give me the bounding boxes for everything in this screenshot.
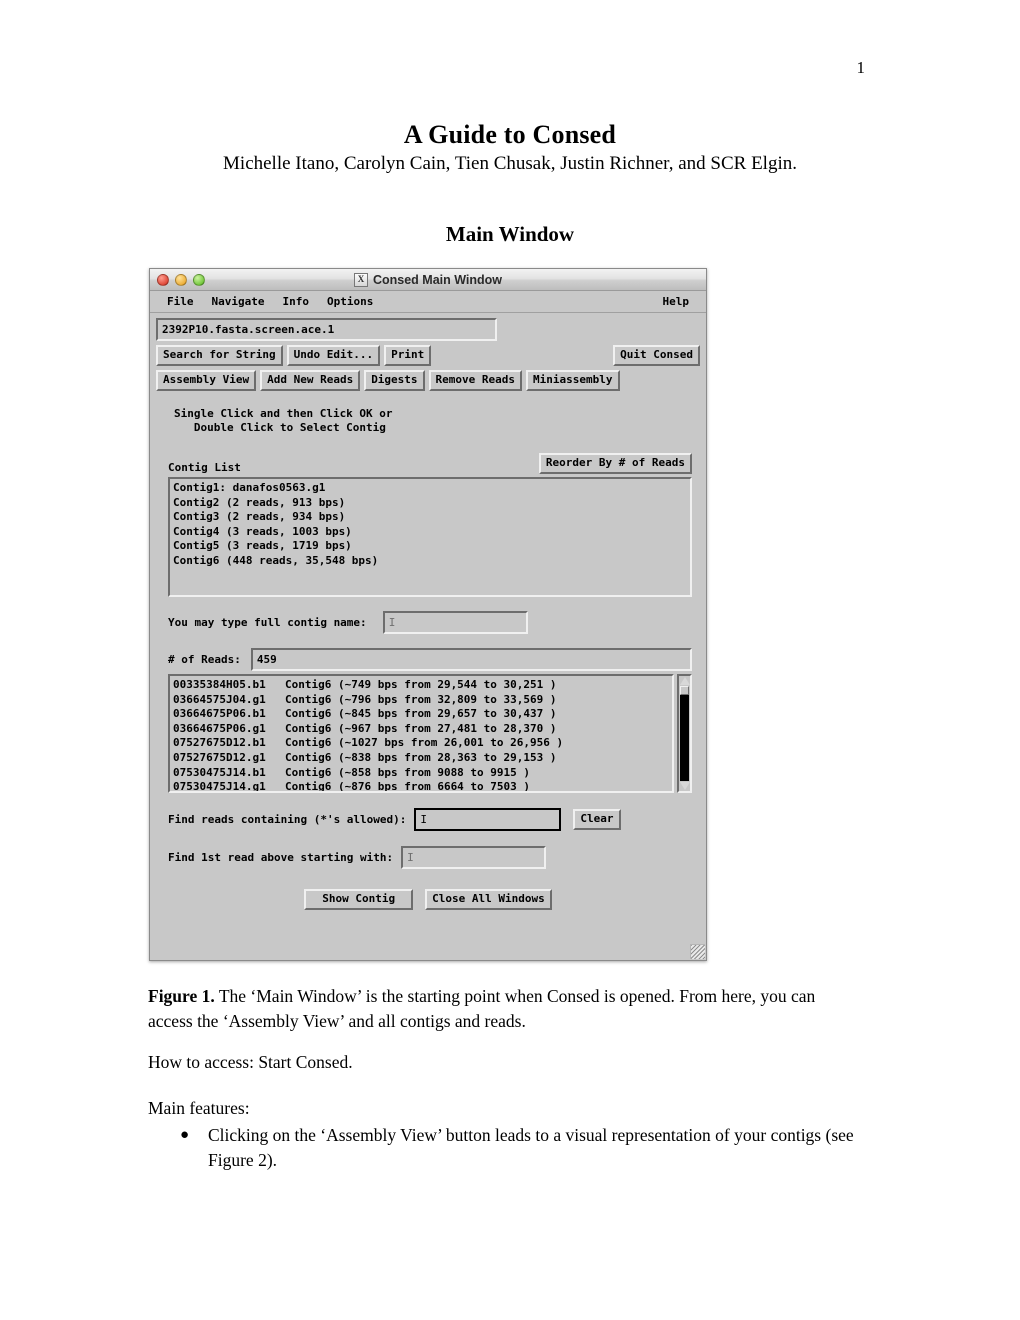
contig-list[interactable]: Contig1: danafos0563.g1 Contig2 (2 reads… xyxy=(168,477,692,597)
window-client-area: 2392P10.fasta.screen.ace.1 Search for St… xyxy=(150,313,706,910)
find-first-read-input[interactable]: I xyxy=(401,846,547,869)
contig-list-item[interactable]: Contig4 (3 reads, 1003 bps) xyxy=(173,525,352,538)
add-new-reads-button[interactable]: Add New Reads xyxy=(260,370,361,391)
consed-main-window: X Consed Main Window File Navigate Info … xyxy=(149,268,707,961)
read-info: Contig6 (~838 bps from 28,363 to 29,153 … xyxy=(285,750,557,764)
read-info: Contig6 (~749 bps from 29,544 to 30,251 … xyxy=(285,678,557,691)
menu-file[interactable]: File xyxy=(158,294,203,309)
contig-list-item[interactable]: Contig5 (3 reads, 1719 bps) xyxy=(173,539,352,552)
find-reads-input[interactable]: I xyxy=(414,808,562,831)
document-authors: Michelle Itano, Carolyn Cain, Tien Chusa… xyxy=(223,153,797,174)
read-info: Contig6 (~967 bps from 27,481 to 28,370 … xyxy=(285,721,557,735)
find-first-read-label: Find 1st read above starting with: xyxy=(168,851,394,864)
how-to-access-text: How to access: Start Consed. xyxy=(148,1052,353,1072)
undo-edit-button[interactable]: Undo Edit... xyxy=(286,345,381,366)
reads-count-label: # of Reads: xyxy=(168,653,241,666)
read-row[interactable]: 07527675D12.b1 Contig6 (~1027 bps from 26… xyxy=(173,736,669,751)
find-first-read-row: Find 1st read above starting with: I xyxy=(168,846,692,869)
read-info: Contig6 (~876 bps from 6664 to 7503 ) xyxy=(285,780,531,793)
scrollbar-thumb[interactable] xyxy=(680,686,689,695)
contig-list-item[interactable]: Contig1: danafos0563.g1 xyxy=(173,481,325,494)
read-name: 07527675D12.g1 xyxy=(173,750,266,764)
search-for-string-button[interactable]: Search for String xyxy=(156,345,283,366)
read-name: 03664675P06.g1 xyxy=(173,721,266,735)
toolbar-row-1: Search for String Undo Edit... Print Qui… xyxy=(156,345,700,366)
read-name: 07530475J14.g1 xyxy=(173,780,266,793)
menu-bar: File Navigate Info Options Help xyxy=(150,291,706,313)
text-caret: I xyxy=(388,616,396,629)
window-titlebar[interactable]: X Consed Main Window xyxy=(150,269,706,291)
x11-icon: X xyxy=(353,272,368,287)
reorder-by-reads-button[interactable]: Reorder By # of Reads xyxy=(538,453,692,474)
digests-button[interactable]: Digests xyxy=(364,370,425,391)
read-info: Contig6 (~796 bps from 32,809 to 33,569 … xyxy=(285,692,557,706)
menu-options[interactable]: Options xyxy=(318,294,382,309)
print-button[interactable]: Print xyxy=(384,345,432,366)
feature-bullet-text: Clicking on the ‘Assembly View’ button l… xyxy=(208,1125,854,1170)
figure-caption-label: Figure 1. xyxy=(148,986,215,1006)
figure-caption-text: The ‘Main Window’ is the starting point … xyxy=(148,986,816,1031)
read-row[interactable]: 00335384H05.b1 Contig6 (~749 bps from 29,… xyxy=(173,678,669,693)
toolbar-row-2: Assembly View Add New Reads Digests Remo… xyxy=(156,370,700,391)
read-name: 07530475J14.b1 xyxy=(173,765,266,779)
read-info: Contig6 (~858 bps from 9088 to 9915 ) xyxy=(285,765,531,779)
bottom-button-row: Show Contig Close All Windows xyxy=(156,889,700,910)
remove-reads-button[interactable]: Remove Reads xyxy=(428,370,523,391)
contig-name-row: You may type full contig name: I xyxy=(168,611,692,634)
bullet-icon: ● xyxy=(180,1127,190,1143)
contig-list-item[interactable]: Contig3 (2 reads, 934 bps) xyxy=(173,510,345,523)
find-reads-label: Find reads containing (*'s allowed): xyxy=(168,813,407,826)
menu-navigate[interactable]: Navigate xyxy=(203,294,274,309)
read-row[interactable]: 03664575J04.g1 Contig6 (~796 bps from 32,… xyxy=(173,693,669,708)
page-number: 1 xyxy=(856,58,866,77)
ace-file-field[interactable]: 2392P10.fasta.screen.ace.1 xyxy=(156,318,497,341)
section-heading: Main Window xyxy=(445,222,575,246)
menu-help[interactable]: Help xyxy=(654,294,699,309)
contig-name-input[interactable]: I xyxy=(382,611,528,634)
menu-info[interactable]: Info xyxy=(273,294,318,309)
reads-list-area: 00335384H05.b1 Contig6 (~749 bps from 29,… xyxy=(168,674,692,793)
scrollbar-trough[interactable] xyxy=(680,686,689,781)
read-info: Contig6 (~845 bps from 29,657 to 30,437 … xyxy=(285,707,557,721)
scroll-down-arrow-icon[interactable] xyxy=(679,782,690,790)
read-row[interactable]: 03664675P06.b1 Contig6 (~845 bps from 29,… xyxy=(173,707,669,722)
read-row[interactable]: 07530475J14.b1 Contig6 (~858 bps from 908… xyxy=(173,766,669,781)
read-row[interactable]: 07527675D12.g1 Contig6 (~838 bps from 28,… xyxy=(173,751,669,766)
contig-list-header: Contig List Reorder By # of Reads xyxy=(168,453,692,474)
contig-list-label: Contig List xyxy=(168,461,241,474)
scroll-up-arrow-icon[interactable] xyxy=(679,677,690,685)
close-all-windows-button[interactable]: Close All Windows xyxy=(425,889,552,910)
read-row[interactable]: 03664675P06.g1 Contig6 (~967 bps from 27,… xyxy=(173,722,669,737)
window-resize-grip[interactable] xyxy=(690,944,705,959)
text-caret: I xyxy=(407,851,414,864)
selection-hint: Single Click and then Click OK or Double… xyxy=(174,407,393,434)
text-caret: I xyxy=(420,813,428,826)
window-title-text: Consed Main Window xyxy=(372,272,503,287)
clear-button[interactable]: Clear xyxy=(573,809,621,830)
figure-caption: Figure 1. The ‘Main Window’ is the start… xyxy=(148,984,864,1034)
reads-list-scrollbar[interactable] xyxy=(677,674,692,793)
feature-bullet-item: ● Clicking on the ‘Assembly View’ button… xyxy=(180,1123,866,1173)
main-features-label: Main features: xyxy=(148,1098,250,1118)
reads-count-row: # of Reads: 459 xyxy=(168,648,692,671)
window-title-group: X Consed Main Window xyxy=(150,272,706,287)
quit-consed-button[interactable]: Quit Consed xyxy=(613,345,700,366)
reads-count-value: 459 xyxy=(250,648,692,671)
read-row[interactable]: 07530475J14.g1 Contig6 (~876 bps from 666… xyxy=(173,780,669,793)
contig-name-label: You may type full contig name: xyxy=(168,616,367,629)
show-contig-button[interactable]: Show Contig xyxy=(304,889,414,910)
read-name: 07527675D12.b1 xyxy=(173,736,266,750)
assembly-view-button[interactable]: Assembly View xyxy=(156,370,257,391)
reads-list[interactable]: 00335384H05.b1 Contig6 (~749 bps from 29,… xyxy=(168,674,674,793)
read-name: 03664675P06.b1 xyxy=(173,707,266,721)
miniassembly-button[interactable]: Miniassembly xyxy=(526,370,620,391)
read-name: 00335384H05.b1 xyxy=(173,678,266,691)
contig-list-item[interactable]: Contig2 (2 reads, 913 bps) xyxy=(173,496,345,509)
document-title: A Guide to Consed xyxy=(403,120,617,149)
read-name: 03664575J04.g1 xyxy=(173,692,266,706)
contig-list-item[interactable]: Contig6 (448 reads, 35,548 bps) xyxy=(173,554,378,567)
find-reads-row: Find reads containing (*'s allowed): I C… xyxy=(168,808,692,831)
read-info: Contig6 (~1027 bps from 26,001 to 26,956… xyxy=(285,736,564,750)
